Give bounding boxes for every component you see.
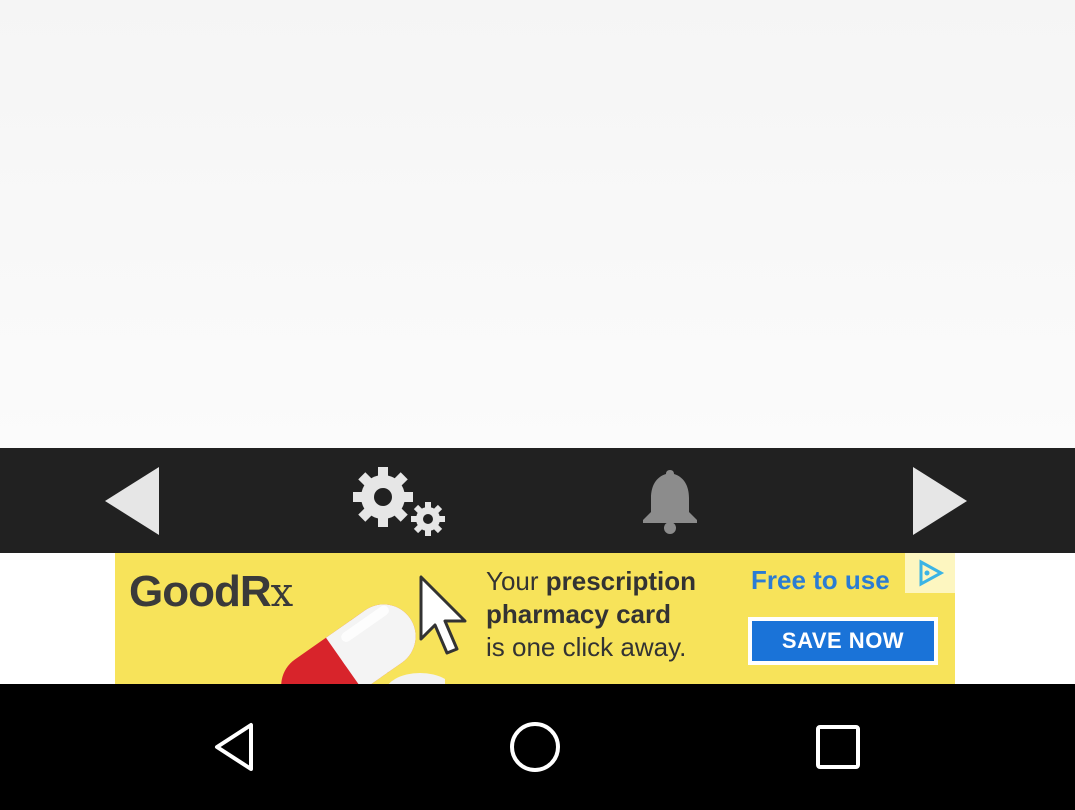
mouse-cursor-icon <box>419 575 467 655</box>
ad-choices-icon[interactable] <box>905 553 955 593</box>
notification-bell-icon <box>643 469 697 534</box>
ad-strip: GoodRx Your prescription pharmacy card i… <box>0 553 1075 684</box>
settings-gears-icon <box>353 466 445 536</box>
ad-banner[interactable]: GoodRx Your prescription pharmacy card i… <box>115 553 955 684</box>
home-circle-icon <box>510 722 560 772</box>
ad-free-text: Free to use <box>751 565 890 595</box>
save-now-label: SAVE NOW <box>752 621 934 661</box>
next-button[interactable] <box>870 448 1010 553</box>
ad-message: Your prescription pharmacy card is one c… <box>486 566 697 662</box>
settings-button[interactable] <box>328 448 468 553</box>
nav-home-button[interactable] <box>475 684 595 810</box>
nav-recents-button[interactable] <box>778 684 898 810</box>
previous-arrow-icon <box>105 466 159 535</box>
notifications-button[interactable] <box>600 448 740 553</box>
content-area <box>0 0 1075 448</box>
save-now-button[interactable]: SAVE NOW <box>748 617 938 665</box>
next-arrow-icon <box>913 466 967 535</box>
recents-square-icon <box>816 725 860 769</box>
system-navigation-bar <box>0 684 1075 810</box>
previous-button[interactable] <box>62 448 202 553</box>
back-triangle-icon <box>215 723 253 771</box>
nav-back-button[interactable] <box>175 684 295 810</box>
bottom-toolbar <box>0 448 1075 553</box>
